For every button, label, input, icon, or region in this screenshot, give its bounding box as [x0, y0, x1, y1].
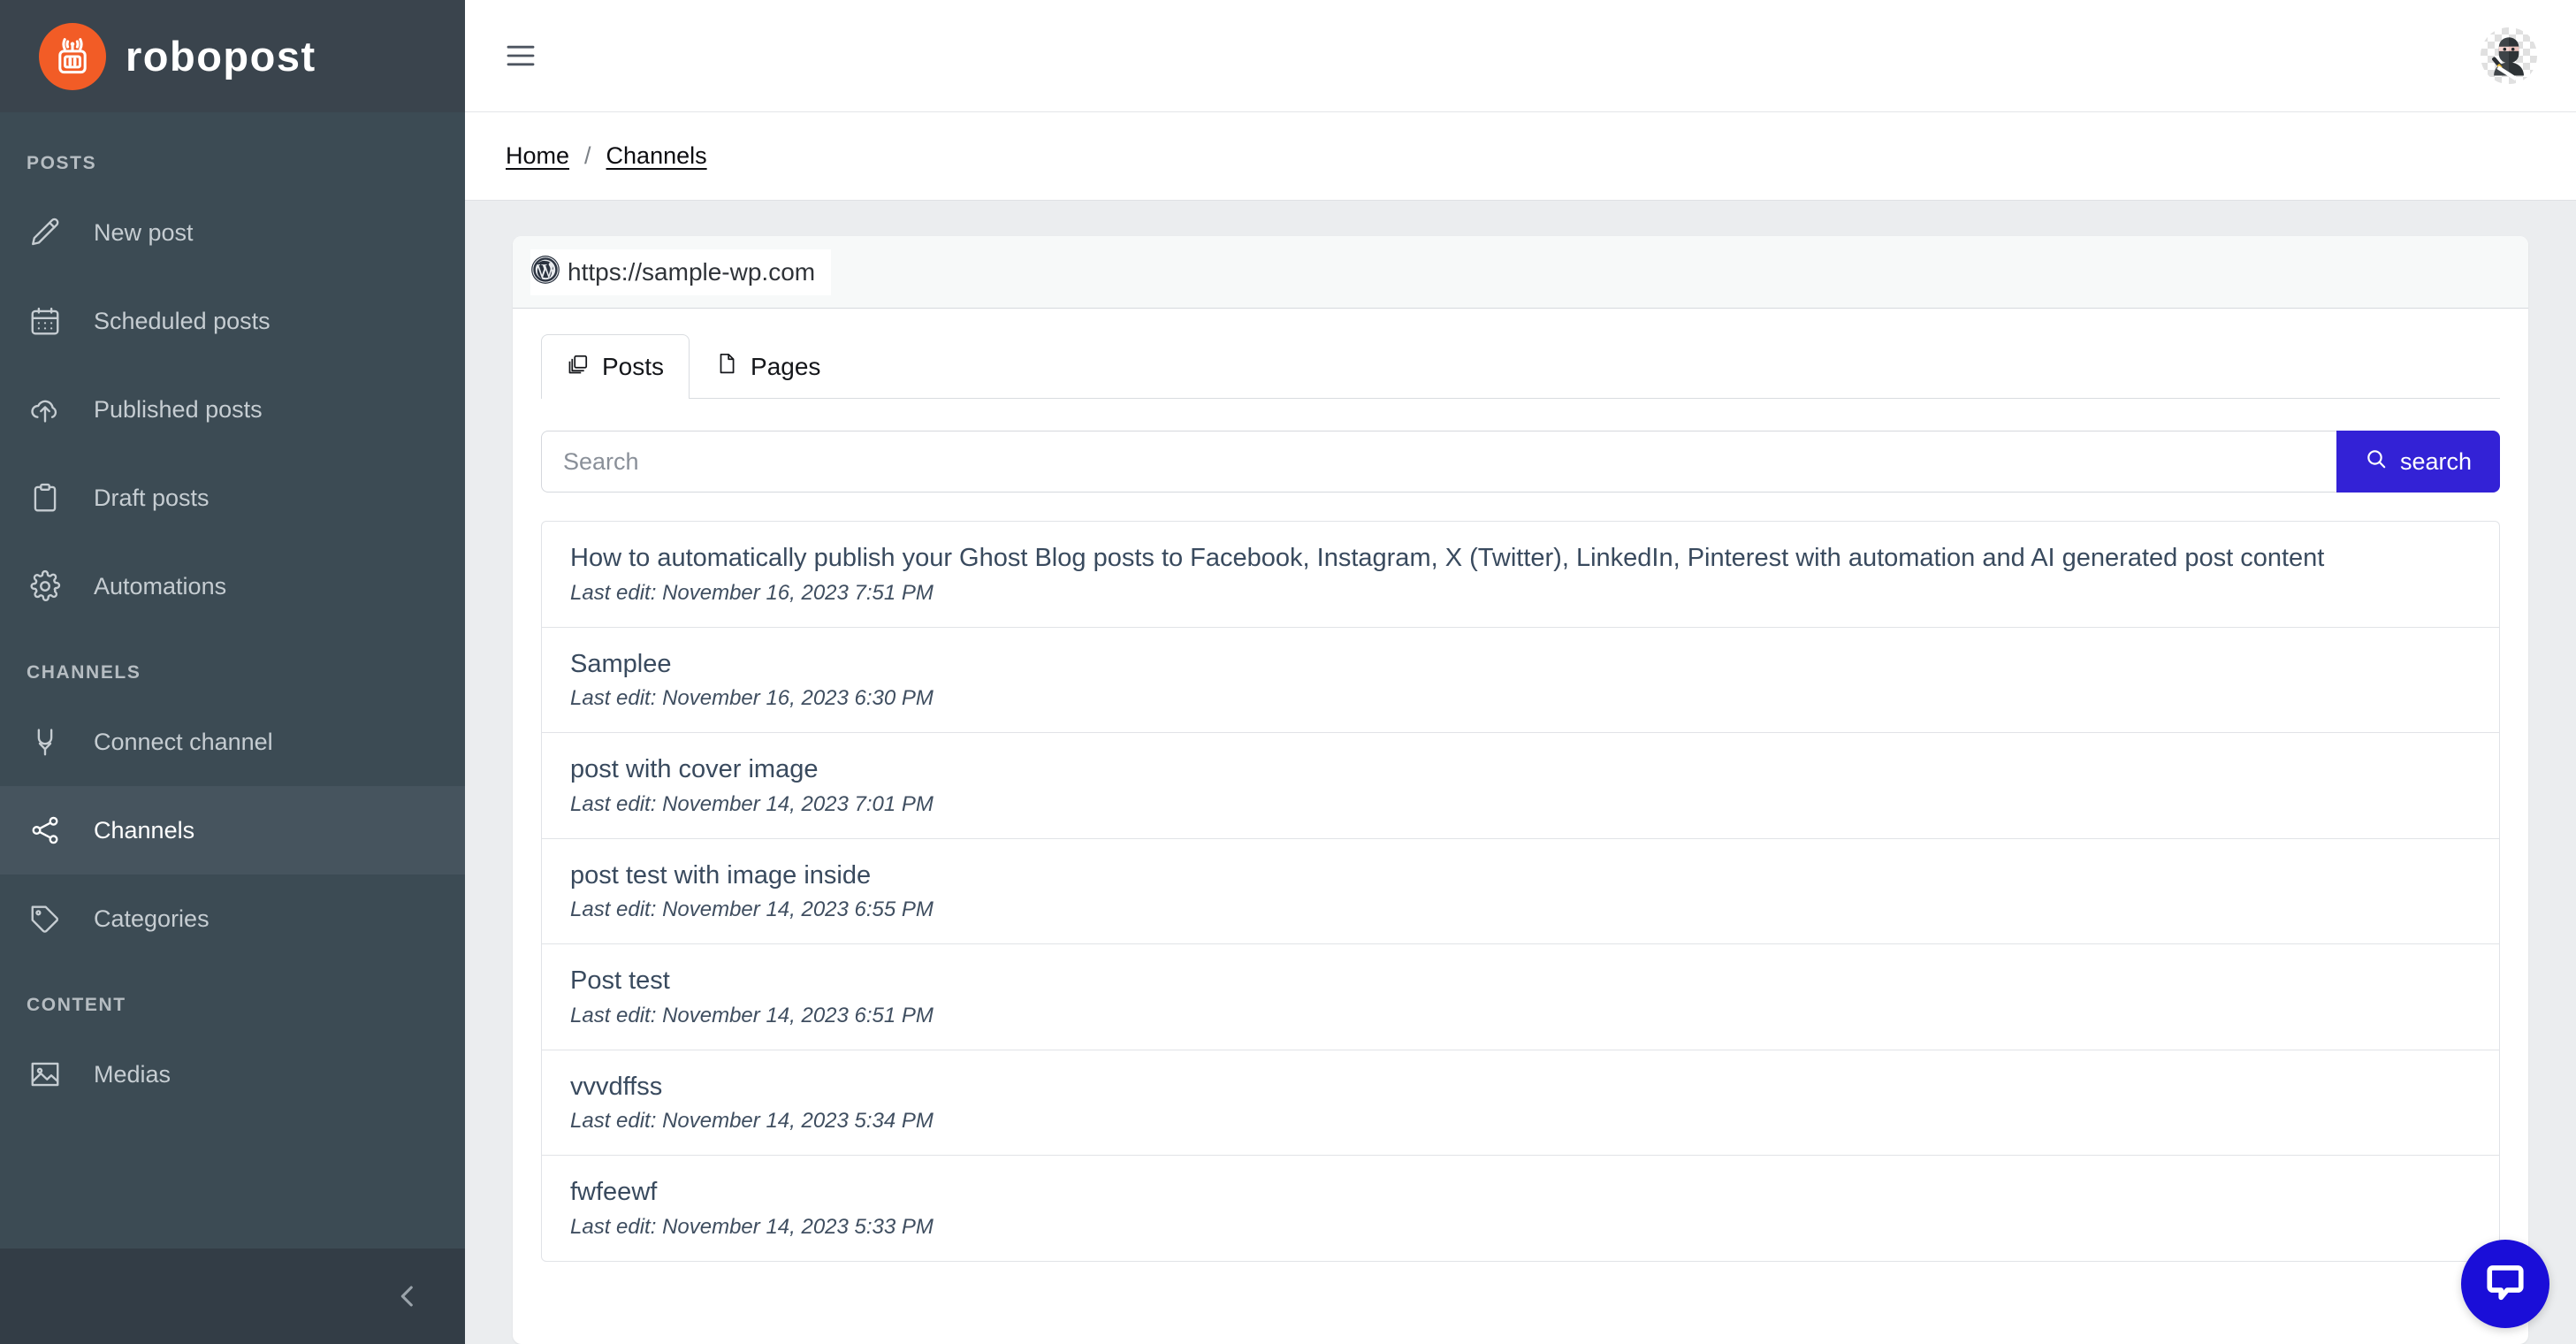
post-last-edit: Last edit: November 14, 2023 5:33 PM: [570, 1214, 934, 1239]
post-title: post test with image inside: [570, 860, 872, 890]
plug-icon: [28, 725, 62, 759]
sidebar-item-label: Automations: [94, 572, 227, 599]
app-root: robopost POSTS New post Scheduled posts …: [0, 0, 2576, 1344]
list-item[interactable]: Samplee Last edit: November 16, 2023 6:3…: [542, 628, 2499, 734]
topbar: [465, 0, 2576, 112]
content-area: https://sample-wp.com Posts Pages Search…: [465, 201, 2576, 1344]
sidebar-item-medias[interactable]: Medias: [0, 1030, 465, 1119]
search-icon: [2365, 447, 2388, 477]
sidebar-item-draft-posts[interactable]: Draft posts: [0, 454, 465, 542]
post-last-edit: Last edit: November 16, 2023 6:30 PM: [570, 686, 934, 711]
search-row: search: [541, 431, 2500, 493]
main-area: Home / Channels https://sample-wp.com Po…: [465, 0, 2576, 1344]
breadcrumb-item-channels[interactable]: Channels: [606, 142, 707, 170]
tag-icon: [28, 902, 62, 935]
channel-site-chip: https://sample-wp.com: [530, 248, 832, 295]
sidebar-item-new-post[interactable]: New post: [0, 188, 465, 277]
tab-label: Posts: [602, 353, 665, 380]
tab-posts[interactable]: Posts: [541, 334, 690, 399]
post-title: How to automatically publish your Ghost …: [570, 544, 2325, 572]
sidebar-section-channels: CHANNELS: [27, 662, 141, 683]
sidebar-section-content: CONTENT: [27, 995, 126, 1015]
sidebar-item-label: Scheduled posts: [94, 307, 271, 334]
wordpress-icon: [530, 255, 560, 289]
post-title: Post test: [570, 966, 670, 996]
sidebar-footer: [0, 1249, 465, 1344]
sidebar-item-automations[interactable]: Automations: [0, 542, 465, 630]
channel-site-url: https://sample-wp.com: [568, 257, 816, 286]
post-title: post with cover image: [570, 755, 819, 784]
search-input[interactable]: [541, 431, 2336, 493]
sidebar-item-scheduled-posts[interactable]: Scheduled posts: [0, 277, 465, 365]
channel-tabs: Posts Pages: [541, 334, 2500, 399]
brand-header[interactable]: robopost: [0, 0, 465, 112]
share-nodes-icon: [28, 813, 62, 847]
sidebar: robopost POSTS New post Scheduled posts …: [0, 0, 465, 1344]
file-icon: [715, 352, 738, 381]
gear-icon: [28, 569, 62, 603]
pencil-icon: [28, 216, 62, 249]
list-item[interactable]: fwfeewf Last edit: November 14, 2023 5:3…: [542, 1156, 2499, 1261]
cloud-upload-icon: [28, 393, 62, 426]
sidebar-item-label: Connect channel: [94, 728, 273, 755]
sidebar-item-published-posts[interactable]: Published posts: [0, 365, 465, 454]
search-button[interactable]: search: [2336, 431, 2500, 493]
image-icon: [28, 1058, 62, 1091]
tab-pages[interactable]: Pages: [690, 334, 846, 398]
sidebar-item-label: Medias: [94, 1060, 171, 1088]
chevron-left-icon[interactable]: [392, 1281, 423, 1311]
list-item[interactable]: Post test Last edit: November 14, 2023 6…: [542, 944, 2499, 1050]
sidebar-item-label: Channels: [94, 816, 195, 844]
calendar-icon: [28, 304, 62, 338]
ninja-avatar[interactable]: [2481, 27, 2537, 84]
post-last-edit: Last edit: November 14, 2023 7:01 PM: [570, 791, 934, 816]
channel-card: https://sample-wp.com Posts Pages Search…: [513, 236, 2528, 1344]
sidebar-item-label: New post: [94, 218, 194, 246]
sidebar-item-channels[interactable]: Channels: [0, 786, 465, 874]
sidebar-item-label: Categories: [94, 905, 210, 932]
hamburger-icon[interactable]: [506, 43, 536, 68]
post-title: fwfeewf: [570, 1178, 658, 1207]
sidebar-nav: POSTS New post Scheduled posts Published…: [0, 112, 465, 1249]
sidebar-item-label: Draft posts: [94, 484, 210, 511]
list-item[interactable]: vvvdffss Last edit: November 14, 2023 5:…: [542, 1050, 2499, 1157]
tab-label: Pages: [751, 352, 821, 380]
breadcrumb-item-home[interactable]: Home: [506, 142, 569, 170]
breadcrumb-separator: /: [584, 142, 591, 169]
post-last-edit: Last edit: November 14, 2023 6:51 PM: [570, 1003, 934, 1027]
search-button-label: search: [2399, 447, 2472, 475]
post-last-edit: Last edit: November 14, 2023 5:34 PM: [570, 1109, 934, 1134]
post-last-edit: Last edit: November 14, 2023 6:55 PM: [570, 897, 934, 922]
copy-icon: [567, 353, 590, 382]
chat-bubble-icon: [2482, 1259, 2528, 1310]
channel-card-header: https://sample-wp.com: [513, 236, 2528, 309]
brand-name: robopost: [126, 33, 316, 80]
post-title: vvvdffss: [570, 1072, 663, 1101]
post-list: How to automatically publish your Ghost …: [541, 521, 2500, 1262]
channel-card-body: Posts Pages Search search How to automat…: [513, 309, 2528, 1262]
list-item[interactable]: post test with image inside Last edit: N…: [542, 839, 2499, 945]
chat-widget-button[interactable]: [2461, 1240, 2549, 1328]
clipboard-icon: [28, 481, 62, 515]
sidebar-section-posts: POSTS: [27, 153, 97, 173]
list-item[interactable]: How to automatically publish your Ghost …: [542, 522, 2499, 628]
sidebar-item-connect-channel[interactable]: Connect channel: [0, 698, 465, 786]
sidebar-item-categories[interactable]: Categories: [0, 874, 465, 963]
post-last-edit: Last edit: November 16, 2023 7:51 PM: [570, 580, 934, 605]
post-title: Samplee: [570, 649, 672, 678]
sidebar-item-label: Published posts: [94, 395, 263, 423]
list-item[interactable]: post with cover image Last edit: Novembe…: [542, 733, 2499, 839]
robot-radio-icon: [39, 22, 106, 90]
breadcrumb: Home / Channels: [465, 112, 2576, 201]
